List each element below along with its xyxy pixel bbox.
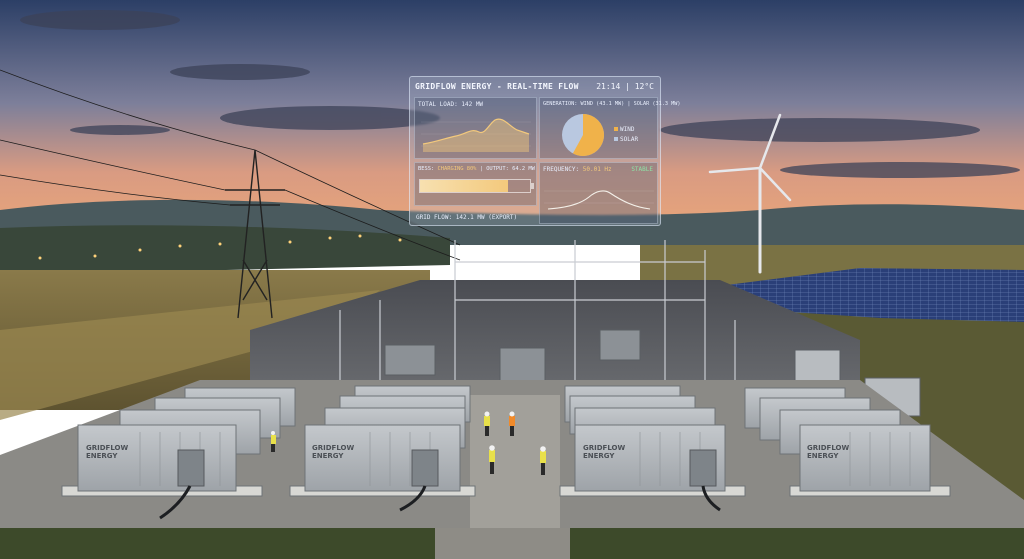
bess-bar <box>419 179 531 193</box>
svg-text:ENERGY: ENERGY <box>312 452 344 460</box>
svg-text:GRIDFLOW: GRIDFLOW <box>807 444 849 452</box>
bess-bar-fill <box>420 180 508 192</box>
bottom-path <box>435 528 570 559</box>
load-panel: TOTAL LOAD: 142 MW <box>414 97 537 159</box>
svg-text:ENERGY: ENERGY <box>807 452 839 460</box>
frequency-curve <box>547 190 651 210</box>
grid-flow: GRID FLOW: 142.1 MW (EXPORT) <box>416 214 518 221</box>
bess-bar-cap <box>531 183 534 189</box>
svg-text:GRIDFLOW: GRIDFLOW <box>583 444 625 452</box>
frequency-label: FREQUENCY: 50.01 Hz <box>543 166 612 173</box>
bess-panel: BESS: CHARGING 80% | OUTPUT: 64.2 MW <box>414 162 537 206</box>
load-label: TOTAL LOAD: 142 MW <box>418 101 484 108</box>
frequency-chart <box>544 190 654 210</box>
walkway <box>470 395 560 530</box>
legend-wind: WIND <box>614 126 634 133</box>
generation-label: GENERATION: WIND (43.1 MW) | SOLAR (31.3… <box>543 101 681 107</box>
frequency-panel: FREQUENCY: 50.01 Hz STABLE <box>539 162 658 224</box>
svg-text:ENERGY: ENERGY <box>86 452 118 460</box>
hud-clock: 21:14 | 12°C <box>596 82 654 91</box>
legend-solar: SOLAR <box>614 136 638 143</box>
frequency-status: STABLE <box>631 166 653 173</box>
energy-hud: GRIDFLOW ENERGY - REAL-TIME FLOW 21:14 |… <box>409 76 680 226</box>
load-area <box>423 119 529 152</box>
generation-panel: GENERATION: WIND (43.1 MW) | SOLAR (31.3… <box>539 97 680 159</box>
svg-text:ENERGY: ENERGY <box>583 452 615 460</box>
svg-text:GRIDFLOW: GRIDFLOW <box>312 444 354 452</box>
hud-title: GRIDFLOW ENERGY - REAL-TIME FLOW <box>415 82 579 91</box>
bess-label: BESS: CHARGING 80% | OUTPUT: 64.2 MW <box>418 166 535 172</box>
svg-text:GRIDFLOW: GRIDFLOW <box>86 444 128 452</box>
generation-pie <box>562 114 604 156</box>
load-chart <box>421 118 531 152</box>
